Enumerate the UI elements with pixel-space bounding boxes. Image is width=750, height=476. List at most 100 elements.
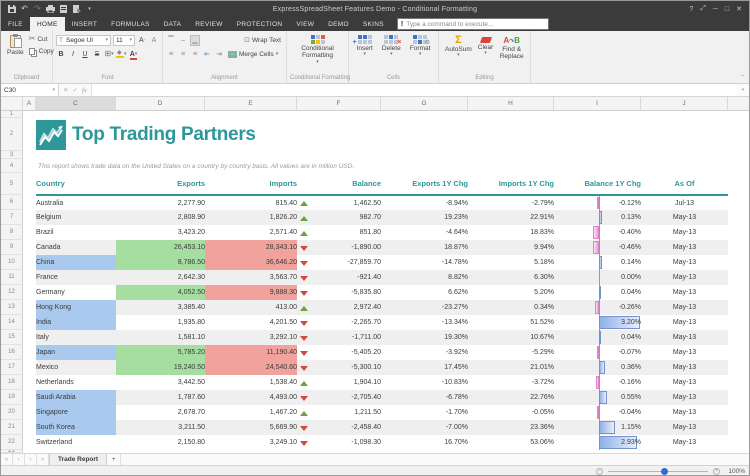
cell-balance-1y-chg[interactable]: 0.04% [554, 285, 641, 300]
cell-imports-1y-chg[interactable]: 6.30% [468, 270, 554, 285]
italic-button[interactable]: I [68, 49, 78, 60]
cell-exports-1y-chg[interactable]: 19.30% [381, 330, 468, 345]
column-header-C[interactable]: C [36, 97, 116, 110]
cell-balance[interactable]: 2,972.40 [297, 300, 381, 315]
cell-exports[interactable]: 3,423.20 [116, 225, 205, 240]
cell-exports-1y-chg[interactable]: -23.27% [381, 300, 468, 315]
cell-imports[interactable]: 413.00 [205, 300, 297, 315]
cell-exports-1y-chg[interactable]: 6.62% [381, 285, 468, 300]
formula-input[interactable] [92, 84, 737, 96]
align-right-icon[interactable]: ≡ [190, 49, 200, 60]
cell-imports-1y-chg[interactable]: -2.79% [468, 195, 554, 210]
row-header-21[interactable]: 21 [1, 420, 23, 435]
zoom-slider-thumb[interactable] [661, 468, 668, 475]
row-header-5[interactable]: 5 [1, 173, 23, 195]
paste-button[interactable]: Paste [4, 33, 27, 75]
last-sheet-icon[interactable]: » [37, 454, 49, 465]
cell-exports[interactable]: 4,052.50 [116, 285, 205, 300]
column-header-D[interactable]: D [116, 97, 205, 110]
align-top-icon[interactable]: ▔ [166, 35, 176, 46]
zoom-slider[interactable] [608, 471, 708, 472]
cell-balance[interactable]: -1,890.00 [297, 240, 381, 255]
copy-button[interactable]: Copy [27, 45, 56, 57]
cell-imports[interactable]: 1,467.20 [205, 405, 297, 420]
cell-balance-1y-chg[interactable]: 1.15% [554, 420, 641, 435]
page-setup-icon[interactable] [59, 5, 68, 14]
cell-imports-1y-chg[interactable]: 10.67% [468, 330, 554, 345]
row-header-14[interactable]: 14 [1, 315, 23, 330]
row-header-23[interactable]: 23 [1, 450, 23, 453]
cell-balance-1y-chg[interactable]: 0.00% [554, 270, 641, 285]
cell-imports-1y-chg[interactable]: -5.29% [468, 345, 554, 360]
cell-imports[interactable]: 4,201.50 [205, 315, 297, 330]
help-button[interactable]: ? [689, 6, 693, 13]
cell-imports[interactable]: 4,493.00 [205, 390, 297, 405]
increase-indent-icon[interactable]: ⇥ [214, 49, 224, 60]
font-family-select[interactable]: TSegoe UI▾ [56, 35, 111, 46]
cell-balance[interactable]: -5,405.20 [297, 345, 381, 360]
cell-exports[interactable]: 1,935.80 [116, 315, 205, 330]
column-header-G[interactable]: G [381, 97, 468, 110]
underline-button[interactable]: U [80, 49, 90, 60]
row-header-1[interactable]: 1 [1, 111, 23, 118]
cell-balance-1y-chg[interactable]: -0.04% [554, 405, 641, 420]
cut-button[interactable]: ✂Cut [27, 33, 56, 45]
cell-imports-1y-chg[interactable]: 9.94% [468, 240, 554, 255]
cell-as-of[interactable]: May-13 [641, 345, 728, 360]
cell-exports-1y-chg[interactable]: 19.23% [381, 210, 468, 225]
cell-imports[interactable]: 28,343.10 [205, 240, 297, 255]
print-icon[interactable] [46, 5, 55, 14]
cell-exports[interactable]: 26,453.10 [116, 240, 205, 255]
row-1-spacer[interactable] [36, 111, 728, 118]
cell-imports[interactable]: 11,190.40 [205, 345, 297, 360]
cell-imports[interactable]: 36,646.20 [205, 255, 297, 270]
cell-balance[interactable]: 1,462.50 [297, 195, 381, 210]
cell-balance[interactable]: 1,211.50 [297, 405, 381, 420]
cell-balance[interactable]: -2,458.40 [297, 420, 381, 435]
cell-exports-1y-chg[interactable]: -13.34% [381, 315, 468, 330]
cell-balance-1y-chg[interactable]: 0.55% [554, 390, 641, 405]
ribbon-tab-demo[interactable]: DEMO [321, 17, 356, 31]
close-button[interactable]: ✕ [736, 5, 742, 13]
align-bottom-icon[interactable]: ▁ [190, 35, 200, 46]
cell-imports[interactable]: 815.40 [205, 195, 297, 210]
cell-exports[interactable]: 8,786.50 [116, 255, 205, 270]
cell-exports[interactable]: 3,211.50 [116, 420, 205, 435]
ribbon-tab-view[interactable]: VIEW [289, 17, 321, 31]
name-box[interactable]: C30▾ [1, 84, 59, 96]
minimize-button[interactable]: ─ [713, 6, 718, 13]
first-sheet-icon[interactable]: « [1, 454, 13, 465]
cell-imports-1y-chg[interactable]: 0.34% [468, 300, 554, 315]
qat-menu-caret-icon[interactable]: ▾ [85, 5, 94, 14]
cell-as-of[interactable]: May-13 [641, 330, 728, 345]
cell-country[interactable]: Hong Kong [36, 300, 116, 315]
cell-country[interactable]: Japan [36, 345, 116, 360]
row-header-9[interactable]: 9 [1, 240, 23, 255]
save-icon[interactable] [7, 5, 16, 14]
prev-sheet-icon[interactable]: ‹ [13, 454, 25, 465]
row-header-4[interactable]: 4 [1, 159, 23, 173]
cell-balance-1y-chg[interactable]: -0.07% [554, 345, 641, 360]
cell-balance-1y-chg[interactable]: -0.12% [554, 195, 641, 210]
row-header-12[interactable]: 12 [1, 285, 23, 300]
report-description[interactable]: This report shows trade data on the Unit… [36, 159, 728, 173]
conditional-formatting-button[interactable]: Conditional Formatting ▾ [290, 33, 345, 75]
cell-imports-1y-chg[interactable]: 5.18% [468, 255, 554, 270]
report-column-imports-1y-chg[interactable]: Imports 1Y Chg [468, 173, 554, 195]
cell-country[interactable]: China [36, 255, 116, 270]
borders-button[interactable]: ⊞▾ [104, 49, 114, 60]
cell-exports-1y-chg[interactable]: -10.83% [381, 375, 468, 390]
cell-exports[interactable]: 3,442.50 [116, 375, 205, 390]
cell-country[interactable]: Saudi Arabia [36, 390, 116, 405]
row-header-17[interactable]: 17 [1, 360, 23, 375]
ribbon-tab-protection[interactable]: PROTECTION [230, 17, 290, 31]
cell-balance[interactable]: 982.70 [297, 210, 381, 225]
cell-as-of[interactable]: May-13 [641, 240, 728, 255]
zoom-out-button[interactable]: − [596, 468, 603, 475]
find-replace-button[interactable]: A↷B Find & Replace [496, 33, 527, 75]
export-icon[interactable] [72, 5, 81, 14]
cell-exports[interactable]: 5,785.20 [116, 345, 205, 360]
cell-imports[interactable]: 24,540.60 [205, 360, 297, 375]
row-header-15[interactable]: 15 [1, 330, 23, 345]
report-column-balance[interactable]: Balance [297, 173, 381, 195]
